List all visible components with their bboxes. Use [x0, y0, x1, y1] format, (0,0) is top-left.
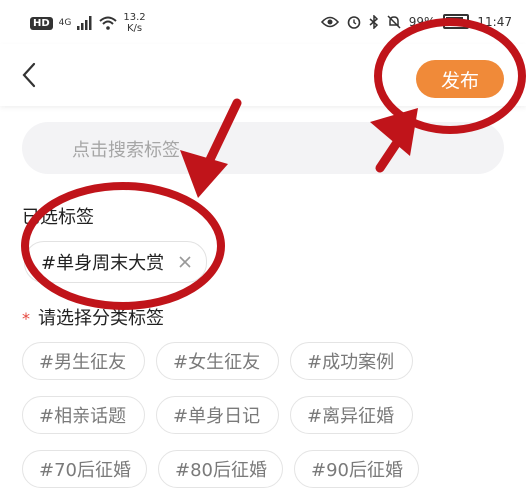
status-bar: HD 4G 13.2 K/s 99% 11:47 — [0, 0, 526, 44]
status-left: HD 4G 13.2 K/s — [30, 12, 146, 34]
required-mark: * — [22, 309, 30, 328]
category-tag-chip[interactable]: #成功案例 — [290, 342, 413, 380]
selected-tag-text: #单身周末大赏 — [41, 253, 165, 274]
publish-button[interactable]: 发布 — [416, 60, 504, 98]
mute-bell-icon — [387, 14, 401, 29]
header-bar: 发布 — [0, 44, 526, 106]
category-label-text: 请选择分类标签 — [38, 308, 164, 329]
category-tag-chip[interactable]: #90后征婚 — [294, 450, 419, 488]
selected-tags-label: 已选标签 — [22, 207, 94, 228]
category-tag-chip[interactable]: #相亲话题 — [22, 396, 145, 434]
speed-value: 13.2 — [123, 12, 146, 23]
alarm-icon — [347, 15, 361, 29]
category-tag-chip[interactable]: #单身日记 — [156, 396, 279, 434]
eye-icon — [320, 16, 339, 27]
bluetooth-icon — [369, 14, 378, 29]
signal-icon — [77, 16, 92, 30]
status-time: 11:47 — [477, 14, 512, 29]
network-type: 4G — [58, 18, 72, 28]
tag-search-input[interactable]: 点击搜索标签 — [22, 122, 504, 174]
category-tags-label: * 请选择分类标签 — [22, 304, 164, 330]
category-tag-chip[interactable]: #女生征友 — [156, 342, 279, 380]
battery-percent: 99% — [408, 14, 436, 29]
selected-tag-chip: #单身周末大赏 — [24, 241, 208, 283]
category-tag-chip[interactable]: #70后征婚 — [22, 450, 147, 488]
hd-badge: HD — [30, 16, 53, 30]
network-speed: 13.2 K/s — [123, 12, 145, 34]
search-placeholder: 点击搜索标签 — [72, 140, 180, 161]
speed-unit: K/s — [126, 23, 143, 34]
category-tag-chip[interactable]: #80后征婚 — [158, 450, 283, 488]
back-arrow-icon[interactable] — [16, 60, 42, 90]
category-tag-chip[interactable]: #男生征友 — [22, 342, 145, 380]
remove-tag-icon[interactable] — [178, 255, 192, 269]
wifi-icon — [99, 16, 118, 30]
status-right: 99% 11:47 — [320, 14, 512, 29]
category-tag-chip[interactable]: #离异征婚 — [290, 396, 413, 434]
battery-icon — [443, 14, 470, 29]
